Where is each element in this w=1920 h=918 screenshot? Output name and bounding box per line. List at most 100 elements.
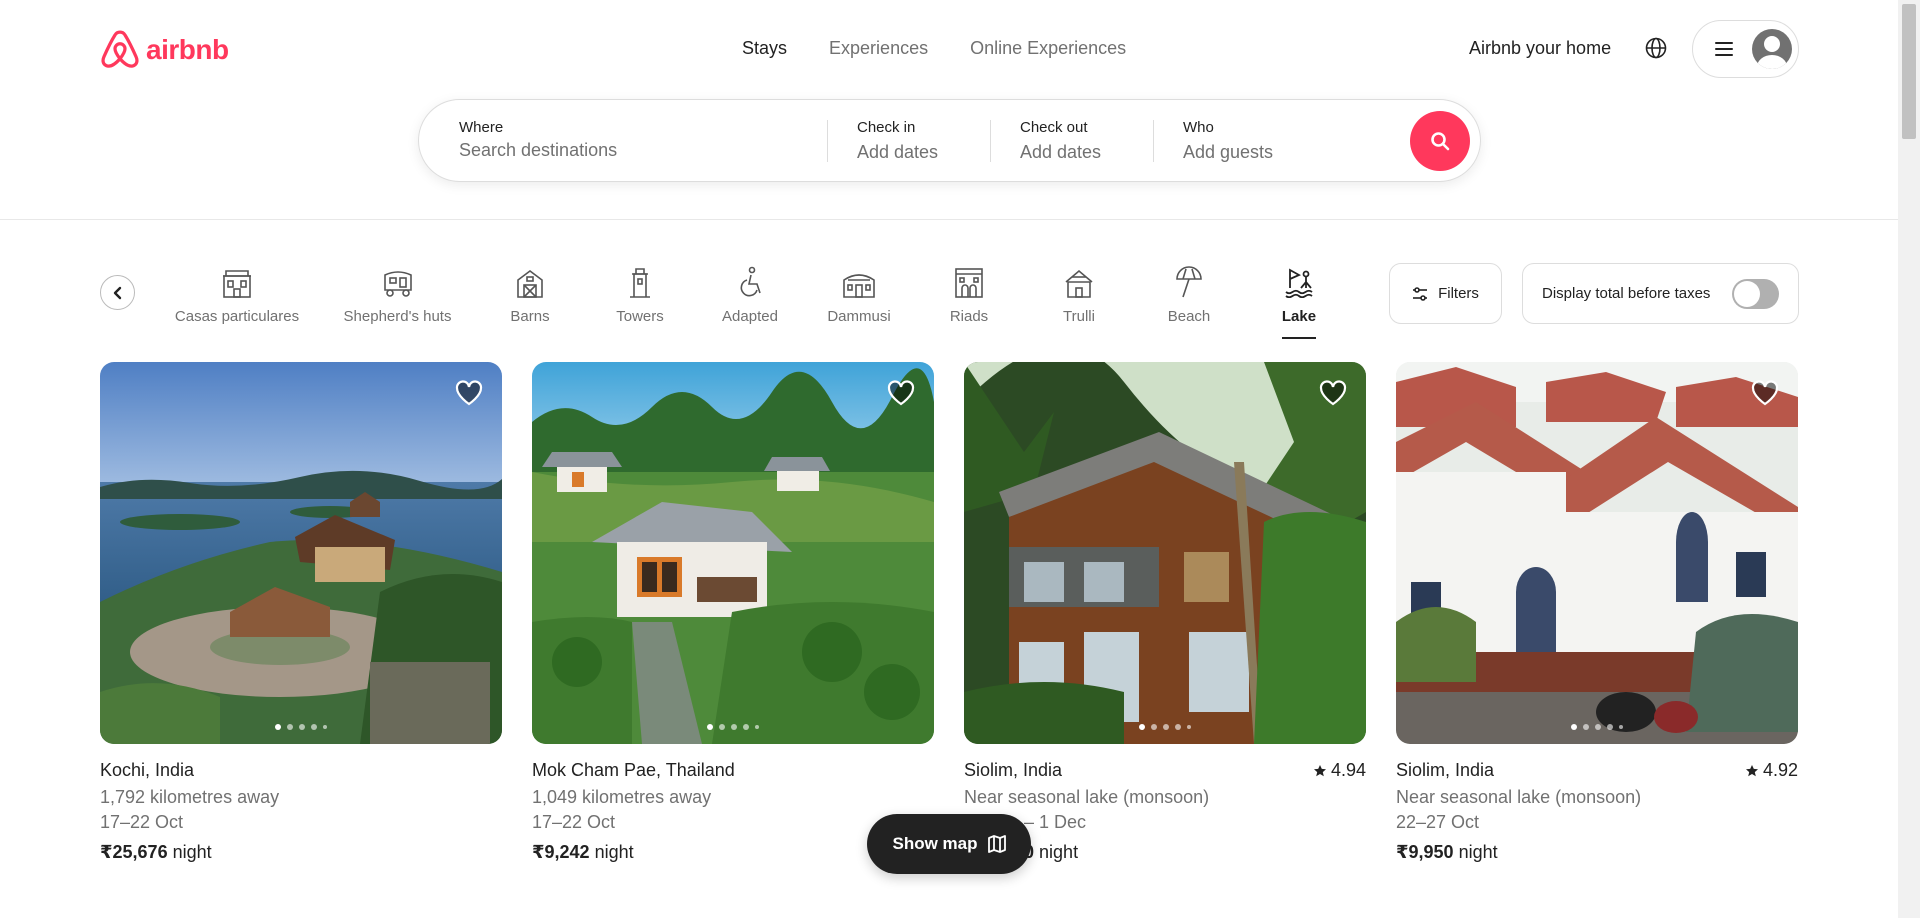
where-label: Where [459,119,504,136]
listing-photo[interactable] [1396,362,1798,744]
toggle-switch[interactable] [1732,278,1779,309]
shepherds-hut-icon [383,271,412,297]
airbnb-logo[interactable]: airbnb [100,28,229,72]
barn-icon [517,270,543,298]
tea-garden-cottage-photo [532,362,934,744]
where-field[interactable]: Where [459,119,759,161]
chevron-left-icon [113,286,121,299]
nav-tabs: Stays Experiences Online Experiences [742,38,1126,59]
category-towers[interactable]: Towers [605,262,675,325]
listing-card[interactable]: Mok Cham Pae, Thailand 1,049 kilometres … [532,362,934,863]
carousel-dots [1571,724,1623,730]
search-button[interactable] [1410,111,1470,171]
category-prev-button[interactable] [100,275,135,310]
category-label: Trulli [1063,308,1095,325]
price-unit: night [1039,842,1079,862]
tower-icon [630,268,650,298]
lake-icon [1285,268,1313,298]
accessibility-icon [740,266,761,297]
search-icon [1431,132,1450,151]
listing-distance: Near seasonal lake (monsoon) [964,787,1210,807]
listing-photo[interactable] [964,362,1366,744]
show-map-button[interactable]: Show map [867,814,1031,874]
price-unit: night [172,842,212,862]
heart-icon[interactable] [886,378,916,408]
listing-photo[interactable] [100,362,502,744]
check-out-value: Add dates [1020,142,1102,162]
listing-location: Kochi, India [100,760,195,780]
airbnb-logo-icon [101,30,139,68]
globe-icon[interactable] [1645,37,1667,59]
category-label: Shepherd's huts [343,308,452,325]
beach-umbrella-icon [1176,266,1202,298]
airbnb-your-home-link[interactable]: Airbnb your home [1469,38,1611,59]
listing-location: Mok Cham Pae, Thailand [532,760,735,780]
category-riads[interactable]: Riads [934,262,1004,325]
category-label: Adapted [722,308,778,325]
check-out-label: Check out [1020,119,1088,136]
category-casas-particulares[interactable]: Casas particulares [172,262,302,325]
category-trulli[interactable]: Trulli [1044,262,1114,325]
check-out-field[interactable]: Check out Add dates [1020,119,1101,163]
display-total-label: Display total before taxes [1542,285,1711,302]
sliders-icon [1413,286,1428,301]
listing-distance: Near seasonal lake (monsoon) [1396,787,1642,807]
who-field[interactable]: Who Add guests [1183,119,1273,163]
map-icon [987,835,1006,853]
search-destinations-input[interactable] [459,140,759,161]
category-lake[interactable]: Lake [1264,262,1334,325]
listing-card[interactable]: Kochi, India 1,792 kilometres away 17–22… [100,362,502,863]
star-icon [1313,764,1326,776]
display-total-toggle[interactable]: Display total before taxes [1522,263,1799,324]
category-shepherds-huts[interactable]: Shepherd's huts [335,262,460,325]
rating-value: 4.94 [1330,760,1366,780]
check-in-value: Add dates [857,142,939,162]
user-avatar-icon [1752,29,1792,69]
hamburger-icon [1715,42,1733,56]
search-bar: Where Check in Add dates Check out Add d… [418,99,1481,182]
category-adapted[interactable]: Adapted [715,262,785,325]
filters-button[interactable]: Filters [1389,263,1502,324]
heart-icon[interactable] [1750,378,1780,408]
riad-icon [955,268,983,298]
category-label: Casas particulares [174,308,300,325]
dammuso-icon [843,274,875,298]
listing-location: Siolim, India [1396,760,1495,780]
listing-card[interactable]: Siolim, India 4.94 Near seasonal lake (m… [964,362,1366,863]
category-label: Barns [510,308,550,325]
category-barns[interactable]: Barns [495,262,565,325]
scrollbar-thumb[interactable] [1902,4,1916,139]
carousel-dots [275,724,327,730]
heart-icon[interactable] [1318,378,1348,408]
category-dammusi[interactable]: Dammusi [818,262,900,325]
category-label: Towers [616,308,664,325]
listing-distance: 1,049 kilometres away [532,787,712,807]
listing-photo[interactable] [532,362,934,744]
price-amount: ₹9,950 [1396,842,1454,862]
filters-label: Filters [1438,285,1479,302]
who-value: Add guests [1183,142,1274,162]
price-unit: night [594,842,634,862]
carousel-dots [707,724,759,730]
listing-dates: 22–27 Oct [1396,812,1480,832]
tab-experiences[interactable]: Experiences [829,38,928,59]
listing-distance: 1,792 kilometres away [100,787,280,807]
category-beach[interactable]: Beach [1154,262,1224,325]
check-in-field[interactable]: Check in Add dates [857,119,938,163]
listing-location: Siolim, India [964,760,1063,780]
trullo-icon [1065,269,1093,298]
listing-card[interactable]: Siolim, India 4.92 Near seasonal lake (m… [1396,362,1798,863]
who-label: Who [1183,119,1214,136]
price-unit: night [1458,842,1498,862]
show-map-label: Show map [892,834,978,853]
listing-price: ₹9,950 night [1396,842,1798,863]
tab-online-experiences[interactable]: Online Experiences [970,38,1126,59]
white-villas-photo [1396,362,1798,744]
heart-icon[interactable] [454,378,484,408]
star-icon [1745,764,1758,776]
listing-rating: 4.94 [1313,760,1366,781]
tab-stays[interactable]: Stays [742,38,787,59]
carousel-dots [1139,724,1191,730]
user-menu-button[interactable] [1692,20,1799,78]
listing-price: ₹25,676 night [100,842,502,863]
